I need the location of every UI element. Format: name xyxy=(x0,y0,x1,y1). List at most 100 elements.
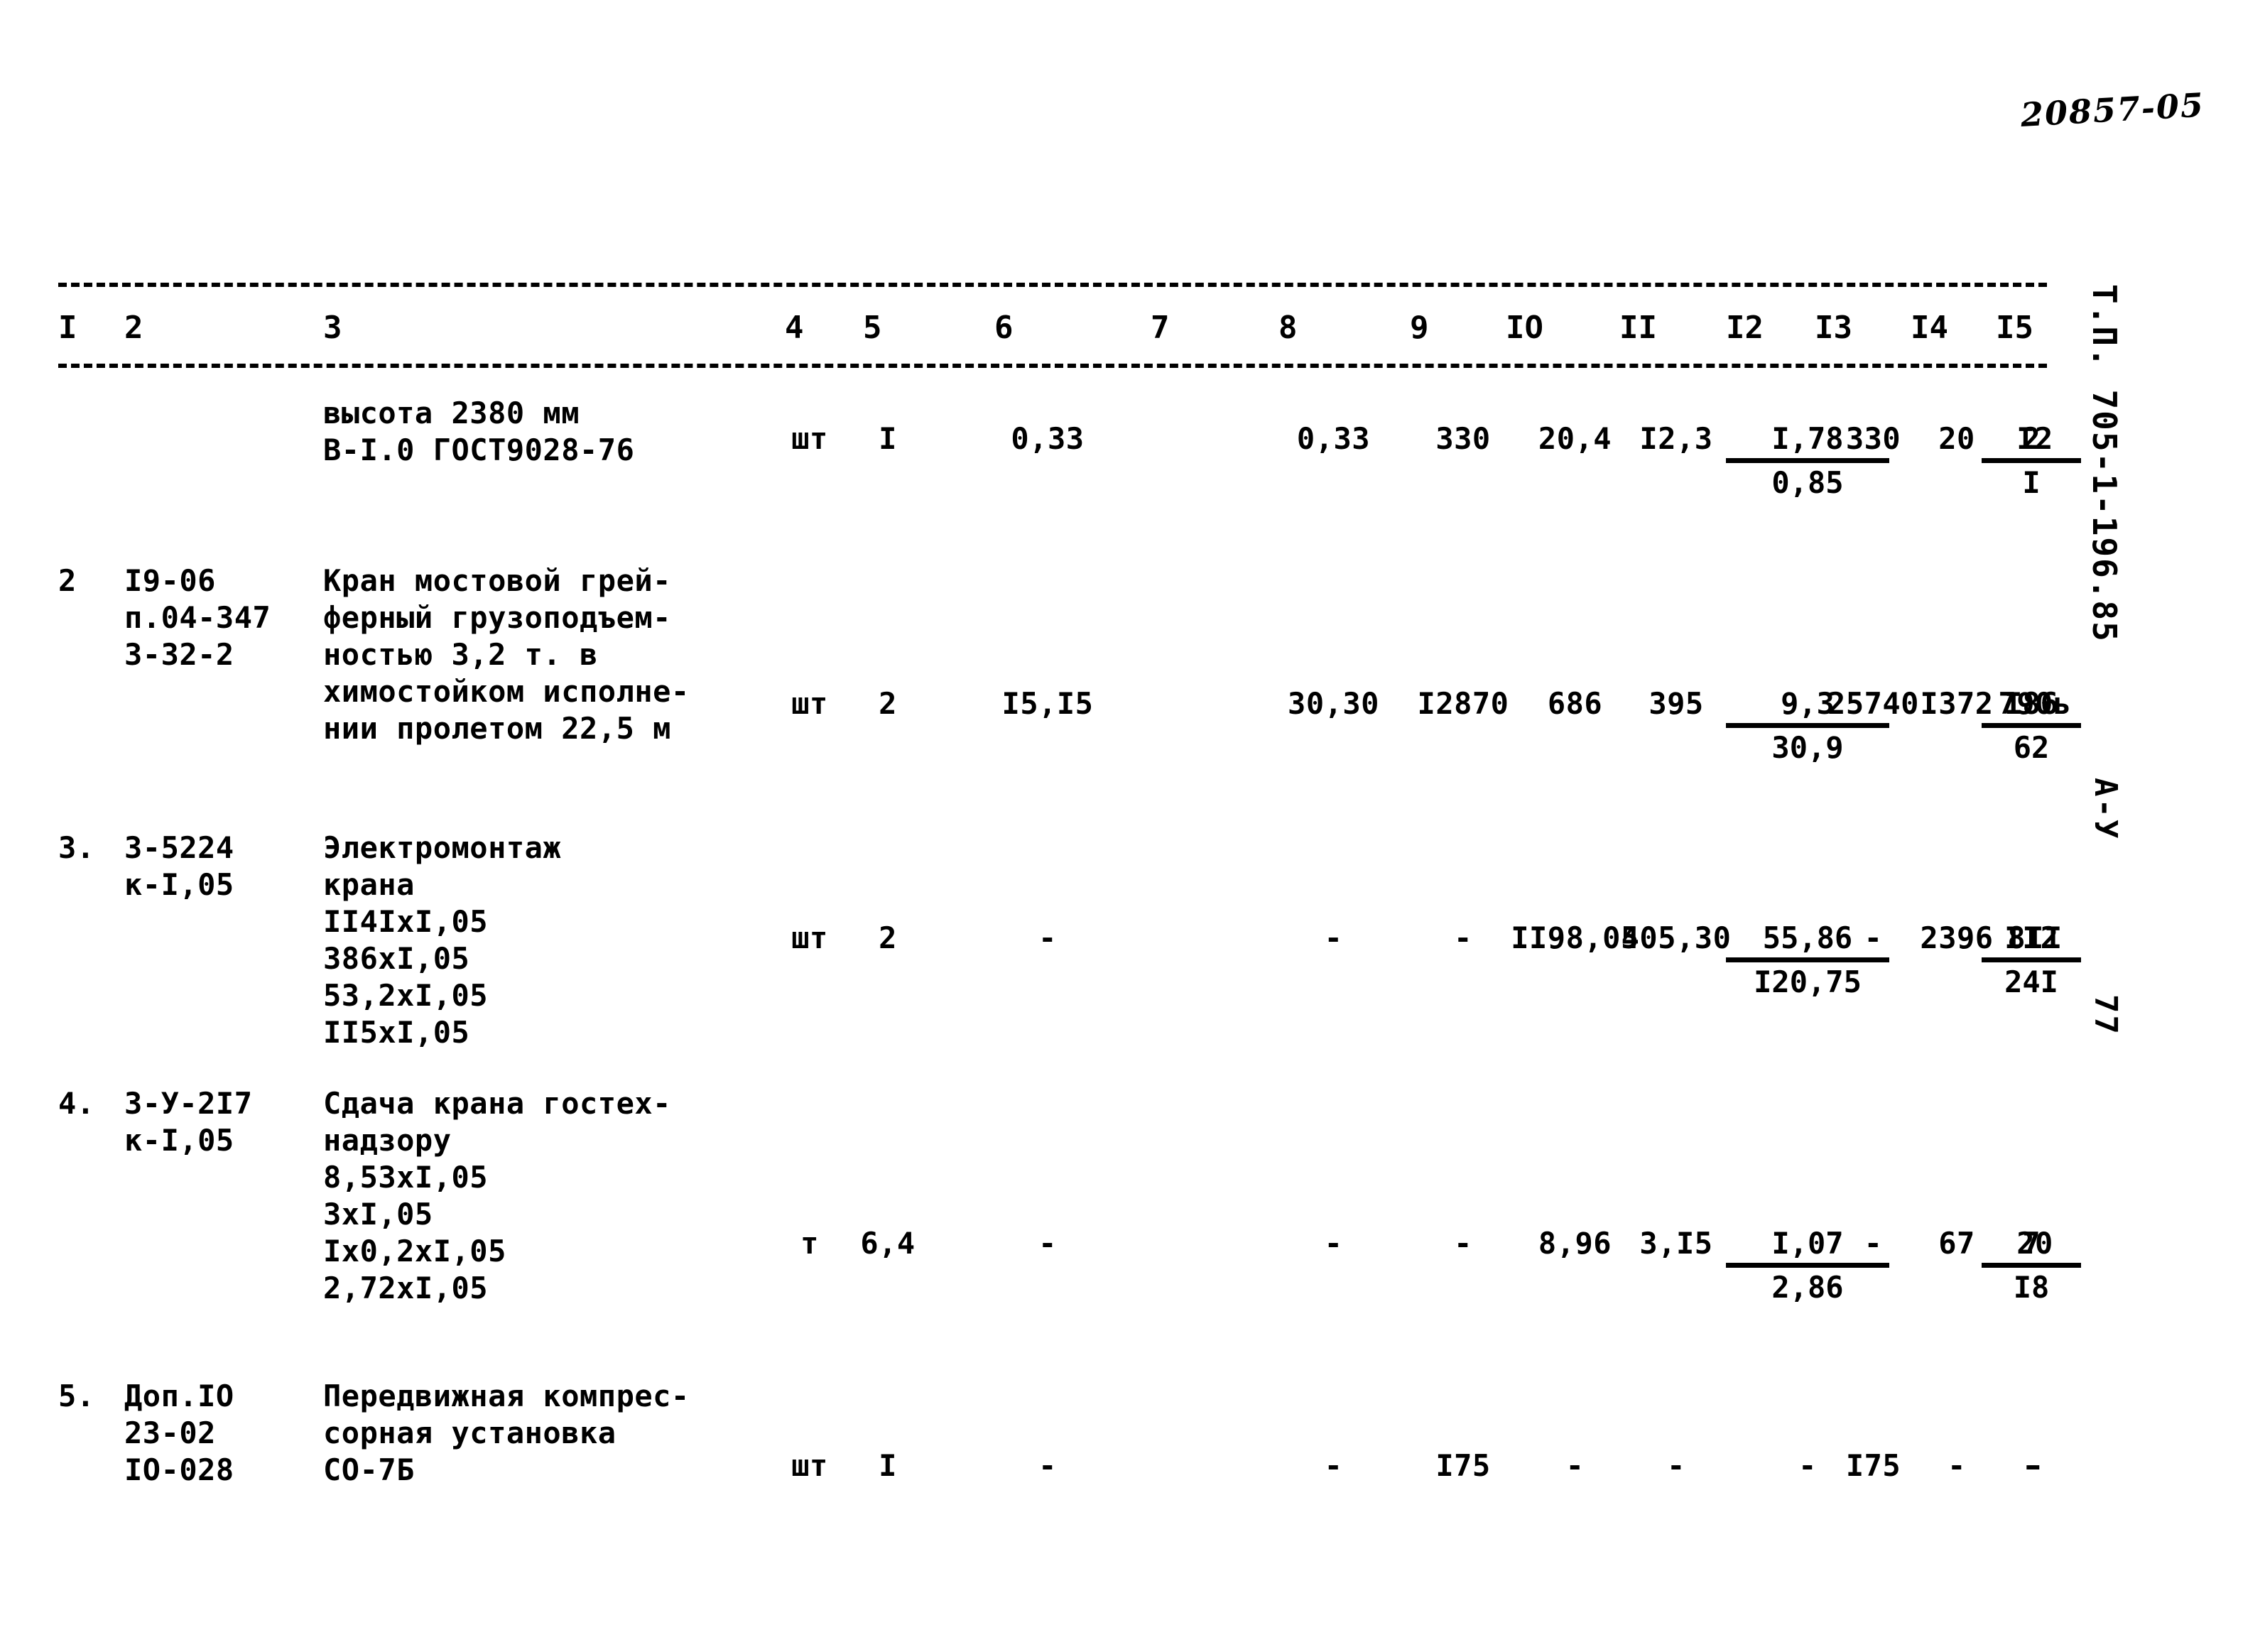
row-unit: шт xyxy=(791,920,828,955)
row-item-number: 5. xyxy=(58,1379,95,1413)
row-code-line: 3-5224 xyxy=(124,830,234,865)
fraction-numerator: I,78 xyxy=(1726,420,1889,463)
column-number-15: I5 xyxy=(1996,310,2033,346)
row-description-line: химостойком исполне- xyxy=(323,674,690,709)
row-unit: шт xyxy=(791,1448,828,1483)
row-value-col10: - xyxy=(1667,1448,1685,1483)
row-value-col10: I2,3 xyxy=(1639,421,1713,456)
row-description-line: 386xI,05 xyxy=(323,941,470,976)
row-description-line: 3xI,05 xyxy=(323,1197,433,1232)
row-description-line: высота 2380 мм xyxy=(323,396,580,430)
column-number-4: 4 xyxy=(785,310,804,346)
row-description-line: Ix0,2xI,05 xyxy=(323,1234,506,1268)
row-value-col11: - xyxy=(1798,1448,1817,1483)
row-value-col6: I5,I5 xyxy=(1001,686,1094,721)
row-quantity: I xyxy=(879,1448,897,1483)
row-code-line: I9-06 xyxy=(124,563,216,598)
column-number-12: I2 xyxy=(1726,310,1764,346)
row-description-line: ферный грузоподъем- xyxy=(323,600,671,635)
row-description-line: 8,53xI,05 xyxy=(323,1160,489,1195)
row-value-col15-fraction: I86 62 xyxy=(1982,685,2081,766)
fraction-numerator: 55,86 xyxy=(1726,920,1889,962)
row-description-line: ностью 3,2 т. в xyxy=(323,637,598,672)
table-header-divider xyxy=(58,364,2047,368)
fraction-numerator: 9,3 xyxy=(1726,685,1889,728)
row-code-line: IO-028 xyxy=(124,1452,234,1487)
row-code-line: 3-32-2 xyxy=(124,637,234,672)
row-description-line: В-I.0 ГОСТ9028-76 xyxy=(323,433,635,467)
row-item-number: 3. xyxy=(58,830,95,865)
row-value-col6: - xyxy=(1038,1226,1057,1261)
column-number-9: 9 xyxy=(1410,310,1429,346)
row-description-line: Кран мостовой грей- xyxy=(323,563,671,598)
row-code-line: 23-02 xyxy=(124,1415,216,1450)
row-value-col7: - xyxy=(1324,1226,1343,1261)
row-value-col15-fraction: II2 24I xyxy=(1982,920,2081,1001)
row-value-col6: - xyxy=(1038,920,1057,955)
vertical-stamp-sheet-number: 77 xyxy=(2087,994,2124,1036)
fraction-denominator: I xyxy=(2022,465,2041,500)
row-description-line: нии пролетом 22,5 м xyxy=(323,711,671,746)
row-description-line: Передвижная компрес- xyxy=(323,1379,690,1413)
row-value-col15-fraction: 2I xyxy=(1982,420,2081,501)
row-quantity: 2 xyxy=(879,920,897,955)
row-description-line: надзору xyxy=(323,1123,452,1158)
column-number-5: 5 xyxy=(863,310,882,346)
row-description-line: СО-7Б xyxy=(323,1452,415,1487)
row-value-col10: 3,I5 xyxy=(1639,1226,1713,1261)
row-quantity: 2 xyxy=(879,686,897,721)
row-value-col6: 0,33 xyxy=(1011,421,1085,456)
fraction-numerator: II2 xyxy=(1982,920,2081,962)
row-description-line: крана xyxy=(323,867,415,902)
row-value-col15-fraction: 7 I8 xyxy=(1982,1225,2081,1306)
column-number-1: I xyxy=(58,310,77,346)
row-code-line: Доп.IO xyxy=(124,1379,234,1413)
column-number-8: 8 xyxy=(1278,310,1298,346)
row-value-col11-fraction: 9,3 30,9 xyxy=(1726,685,1889,766)
row-value-col10: 405,30 xyxy=(1621,920,1732,955)
row-item-number: 2 xyxy=(58,563,77,598)
specification-sheet: I 2 3 4 5 6 7 8 9 IO II I2 I3 I4 I5 высота 2380 мм В-I.… xyxy=(0,0,2265,1652)
column-number-11: II xyxy=(1619,310,1657,346)
row-code-line: к-I,05 xyxy=(124,1123,234,1158)
row-description-line: Сдача крана гостех- xyxy=(323,1086,671,1121)
fraction-denominator: I8 xyxy=(2013,1270,2050,1305)
column-number-10: IO xyxy=(1506,310,1543,346)
fraction-numerator: I86 xyxy=(1982,685,2081,728)
fraction-numerator: 2 xyxy=(1982,420,2081,463)
row-description-line: 53,2xI,05 xyxy=(323,978,489,1013)
row-description-line: 2,72xI,05 xyxy=(323,1271,489,1305)
column-number-14: I4 xyxy=(1911,310,1948,346)
row-description-line: сорная установка xyxy=(323,1415,617,1450)
fraction-numerator: I,07 xyxy=(1726,1225,1889,1268)
row-item-number: 4. xyxy=(58,1086,95,1121)
vertical-stamp-album: А-У xyxy=(2087,778,2124,841)
row-value-col6: - xyxy=(1038,1448,1057,1483)
row-value-col7: 30,30 xyxy=(1288,686,1379,721)
row-value-col15: - xyxy=(2022,1448,2041,1483)
row-unit: шт xyxy=(791,421,828,456)
row-description-line: II5xI,05 xyxy=(323,1015,470,1050)
row-code-line: к-I,05 xyxy=(124,867,234,902)
fraction-denominator: 62 xyxy=(2013,730,2050,765)
row-description-line: Электромонтаж xyxy=(323,830,562,865)
fraction-denominator: 24I xyxy=(2004,964,2058,999)
fraction-numerator: 7 xyxy=(1982,1225,2081,1268)
column-number-13: I3 xyxy=(1815,310,1852,346)
row-description-line: II4IxI,05 xyxy=(323,904,489,939)
row-value-col11-fraction: 55,86 I20,75 xyxy=(1726,920,1889,1001)
row-quantity: 6,4 xyxy=(860,1226,916,1261)
vertical-stamp-series-code: Т.П. 705-1-196.85 xyxy=(2085,284,2124,643)
row-value-col11-fraction: I,78 0,85 xyxy=(1726,420,1889,501)
row-unit: шт xyxy=(791,686,828,721)
row-code-line: п.04-347 xyxy=(124,600,271,635)
row-value-col7: 0,33 xyxy=(1296,421,1371,456)
fraction-denominator: I20,75 xyxy=(1754,964,1862,999)
column-number-3: 3 xyxy=(323,310,342,346)
row-quantity: I xyxy=(879,421,897,456)
fraction-denominator: 2,86 xyxy=(1771,1270,1844,1305)
row-code-line: 3-У-2I7 xyxy=(124,1086,253,1121)
row-value-col7: - xyxy=(1324,1448,1343,1483)
fraction-denominator: 0,85 xyxy=(1771,465,1844,500)
fraction-denominator: 30,9 xyxy=(1771,730,1844,765)
